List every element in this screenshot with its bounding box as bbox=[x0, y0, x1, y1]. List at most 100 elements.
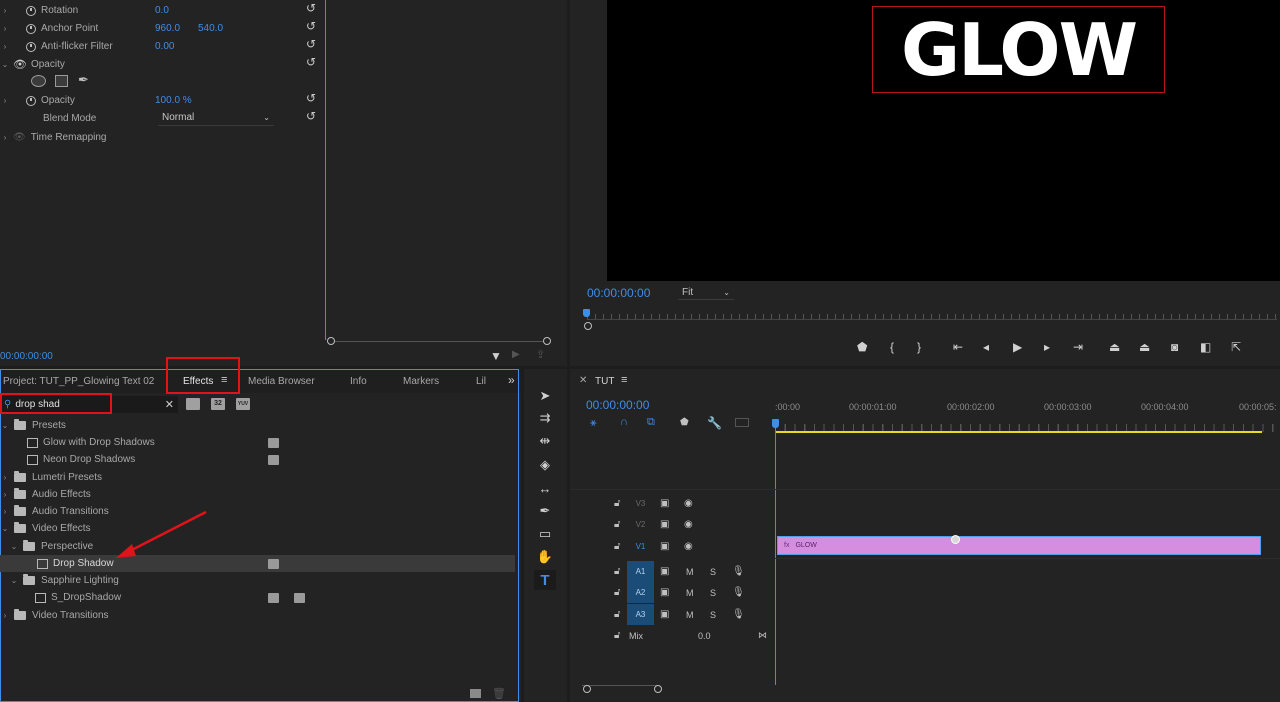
comparison-view-icon[interactable]: ◧ bbox=[1200, 340, 1211, 354]
mix-volume-value[interactable]: 0.0 bbox=[698, 631, 711, 641]
anti-flicker-value[interactable]: 0.00 bbox=[155, 41, 174, 52]
captions-icon[interactable] bbox=[735, 418, 749, 427]
play-icon[interactable]: ▶ bbox=[1013, 340, 1022, 354]
tab-info[interactable]: Info bbox=[350, 376, 367, 387]
blend-mode-select[interactable]: Normal ⌄ bbox=[158, 110, 274, 126]
stopwatch-icon[interactable] bbox=[26, 23, 36, 34]
twirl-icon[interactable]: › bbox=[0, 6, 10, 15]
twirl-icon[interactable]: › bbox=[0, 42, 10, 51]
step-back-icon[interactable]: ◂ bbox=[983, 340, 989, 354]
solo-button[interactable]: S bbox=[710, 610, 716, 620]
stopwatch-icon[interactable] bbox=[26, 41, 36, 52]
rectangle-tool-icon[interactable]: ▭ bbox=[534, 524, 556, 544]
snap-magnet-icon[interactable]: ∩ bbox=[620, 416, 628, 428]
sync-lock-icon[interactable]: ▣ bbox=[660, 498, 669, 509]
timeline-playhead[interactable] bbox=[772, 419, 779, 428]
reset-icon[interactable]: ↺ bbox=[306, 55, 316, 69]
tree-item[interactable]: › Audio Effects bbox=[0, 486, 515, 503]
wrench-settings-icon[interactable]: 🔧 bbox=[707, 416, 722, 430]
stopwatch-icon[interactable] bbox=[26, 5, 36, 16]
reset-icon[interactable]: ↺ bbox=[306, 91, 316, 105]
track-label-a2[interactable]: A2 bbox=[627, 582, 654, 603]
tree-item[interactable]: S_DropShadow bbox=[0, 589, 515, 606]
pen-tool-icon[interactable]: ✒ bbox=[534, 501, 556, 521]
sync-lock-icon[interactable]: ▣ bbox=[660, 587, 669, 598]
type-tool-icon[interactable]: T bbox=[534, 570, 556, 590]
tree-item[interactable]: Neon Drop Shadows bbox=[0, 451, 515, 468]
microphone-icon[interactable]: 🎙︎ bbox=[732, 566, 745, 577]
mark-out-icon[interactable]: } bbox=[917, 340, 921, 354]
solo-button[interactable]: S bbox=[710, 588, 716, 598]
hand-tool-icon[interactable]: ✋ bbox=[534, 547, 556, 567]
lock-icon[interactable]: 🔓︎ bbox=[614, 566, 620, 577]
rotation-value[interactable]: 0.0 bbox=[155, 5, 169, 16]
ellipse-mask-icon[interactable] bbox=[31, 75, 46, 87]
export-frame-icon[interactable]: ◙ bbox=[1171, 340, 1178, 354]
mute-button[interactable]: M bbox=[686, 610, 694, 620]
tree-item[interactable]: ⌄ Perspective bbox=[0, 538, 515, 555]
track-select-tool-icon[interactable]: ⇉ bbox=[534, 408, 556, 428]
effect-controls-timecode[interactable]: 00:00:00:00 bbox=[0, 351, 53, 362]
reset-icon[interactable]: ↺ bbox=[306, 37, 316, 51]
track-label-v3[interactable]: V3 bbox=[627, 493, 654, 514]
solo-button[interactable]: S bbox=[710, 567, 716, 577]
glow-clip[interactable]: fx GLOW bbox=[777, 536, 1261, 555]
32bit-effects-icon[interactable]: 32 bbox=[211, 398, 225, 410]
add-marker-icon[interactable]: ⬟ bbox=[680, 417, 689, 428]
lock-icon[interactable]: 🔓︎ bbox=[614, 587, 620, 598]
lift-icon[interactable]: ⏏ bbox=[1109, 340, 1120, 354]
tab-markers[interactable]: Markers bbox=[403, 376, 439, 387]
button-editor-icon[interactable]: ⇱ bbox=[1231, 340, 1241, 354]
stopwatch-icon[interactable] bbox=[26, 95, 36, 106]
trash-icon[interactable]: 🗑 bbox=[492, 687, 506, 700]
go-to-in-icon[interactable]: ⇤ bbox=[953, 340, 963, 354]
visibility-eye-icon[interactable]: 👁 bbox=[13, 132, 26, 143]
panel-menu-icon[interactable]: ≡ bbox=[621, 374, 627, 386]
visibility-eye-icon[interactable]: 👁 bbox=[13, 58, 27, 71]
ripple-edit-tool-icon[interactable]: ⇹ bbox=[534, 431, 556, 451]
tab-project[interactable]: Project: TUT_PP_Glowing Text 02 bbox=[3, 376, 154, 387]
timeline-zoom-handle[interactable] bbox=[583, 685, 591, 693]
tree-item[interactable]: ⌄ Video Effects bbox=[0, 520, 515, 537]
microphone-icon[interactable]: 🎙︎ bbox=[732, 609, 745, 620]
zoom-select[interactable]: Fit ⌄ bbox=[678, 285, 734, 300]
clear-search-icon[interactable]: ✕ bbox=[165, 398, 174, 411]
lock-icon[interactable]: 🔓︎ bbox=[614, 541, 620, 552]
lock-icon[interactable]: 🔓︎ bbox=[614, 630, 620, 641]
sequence-tab[interactable]: TUT bbox=[595, 376, 614, 387]
export-icon[interactable]: ⇪ bbox=[536, 348, 545, 361]
tree-item[interactable]: ⌄ Sapphire Lighting bbox=[0, 572, 515, 589]
pen-mask-icon[interactable]: ✒ bbox=[78, 72, 89, 88]
tree-item[interactable]: Glow with Drop Shadows bbox=[0, 434, 515, 451]
sync-lock-icon[interactable]: ▣ bbox=[660, 609, 669, 620]
tree-item[interactable]: › Audio Transitions bbox=[0, 503, 515, 520]
step-forward-icon[interactable]: ▸ bbox=[1044, 340, 1050, 354]
track-label-a1[interactable]: A1 bbox=[627, 561, 654, 582]
tree-item-selected[interactable]: Drop Shadow bbox=[0, 555, 515, 572]
timeline-zoom-handle[interactable] bbox=[654, 685, 662, 693]
twirl-icon[interactable]: › bbox=[0, 133, 10, 142]
opacity-value[interactable]: 100.0 % bbox=[155, 95, 192, 106]
close-sequence-icon[interactable]: ✕ bbox=[579, 375, 587, 386]
program-zoom-handle[interactable] bbox=[584, 322, 592, 330]
sync-lock-icon[interactable]: ▣ bbox=[660, 566, 669, 577]
eye-icon[interactable]: ◉ bbox=[684, 541, 693, 552]
eye-icon[interactable]: ◉ bbox=[684, 498, 693, 509]
eye-icon[interactable]: ◉ bbox=[684, 519, 693, 530]
track-label-v2[interactable]: V2 bbox=[627, 514, 654, 535]
play-audio-icon[interactable]: ▶ bbox=[512, 349, 520, 360]
zoom-scrollbar-handle[interactable] bbox=[543, 337, 551, 345]
lock-icon[interactable]: 🔓︎ bbox=[614, 498, 620, 509]
program-timecode[interactable]: 00:00:00:00 bbox=[587, 286, 650, 300]
add-marker-icon[interactable]: ⬟ bbox=[857, 340, 867, 354]
zoom-scrollbar-handle[interactable] bbox=[327, 337, 335, 345]
microphone-icon[interactable]: 🎙︎ bbox=[732, 587, 745, 598]
selection-tool-icon[interactable]: ➤ bbox=[534, 386, 556, 406]
lock-icon[interactable]: 🔓︎ bbox=[614, 519, 620, 530]
tab-media-browser[interactable]: Media Browser bbox=[248, 376, 315, 387]
track-label-a3[interactable]: A3 bbox=[627, 604, 654, 625]
razor-tool-icon[interactable]: ◈ bbox=[534, 455, 556, 475]
go-to-out-icon[interactable]: ⇥ bbox=[1073, 340, 1083, 354]
nest-toggle-icon[interactable]: ⚹ bbox=[590, 417, 597, 430]
program-time-ruler[interactable] bbox=[587, 319, 1277, 320]
